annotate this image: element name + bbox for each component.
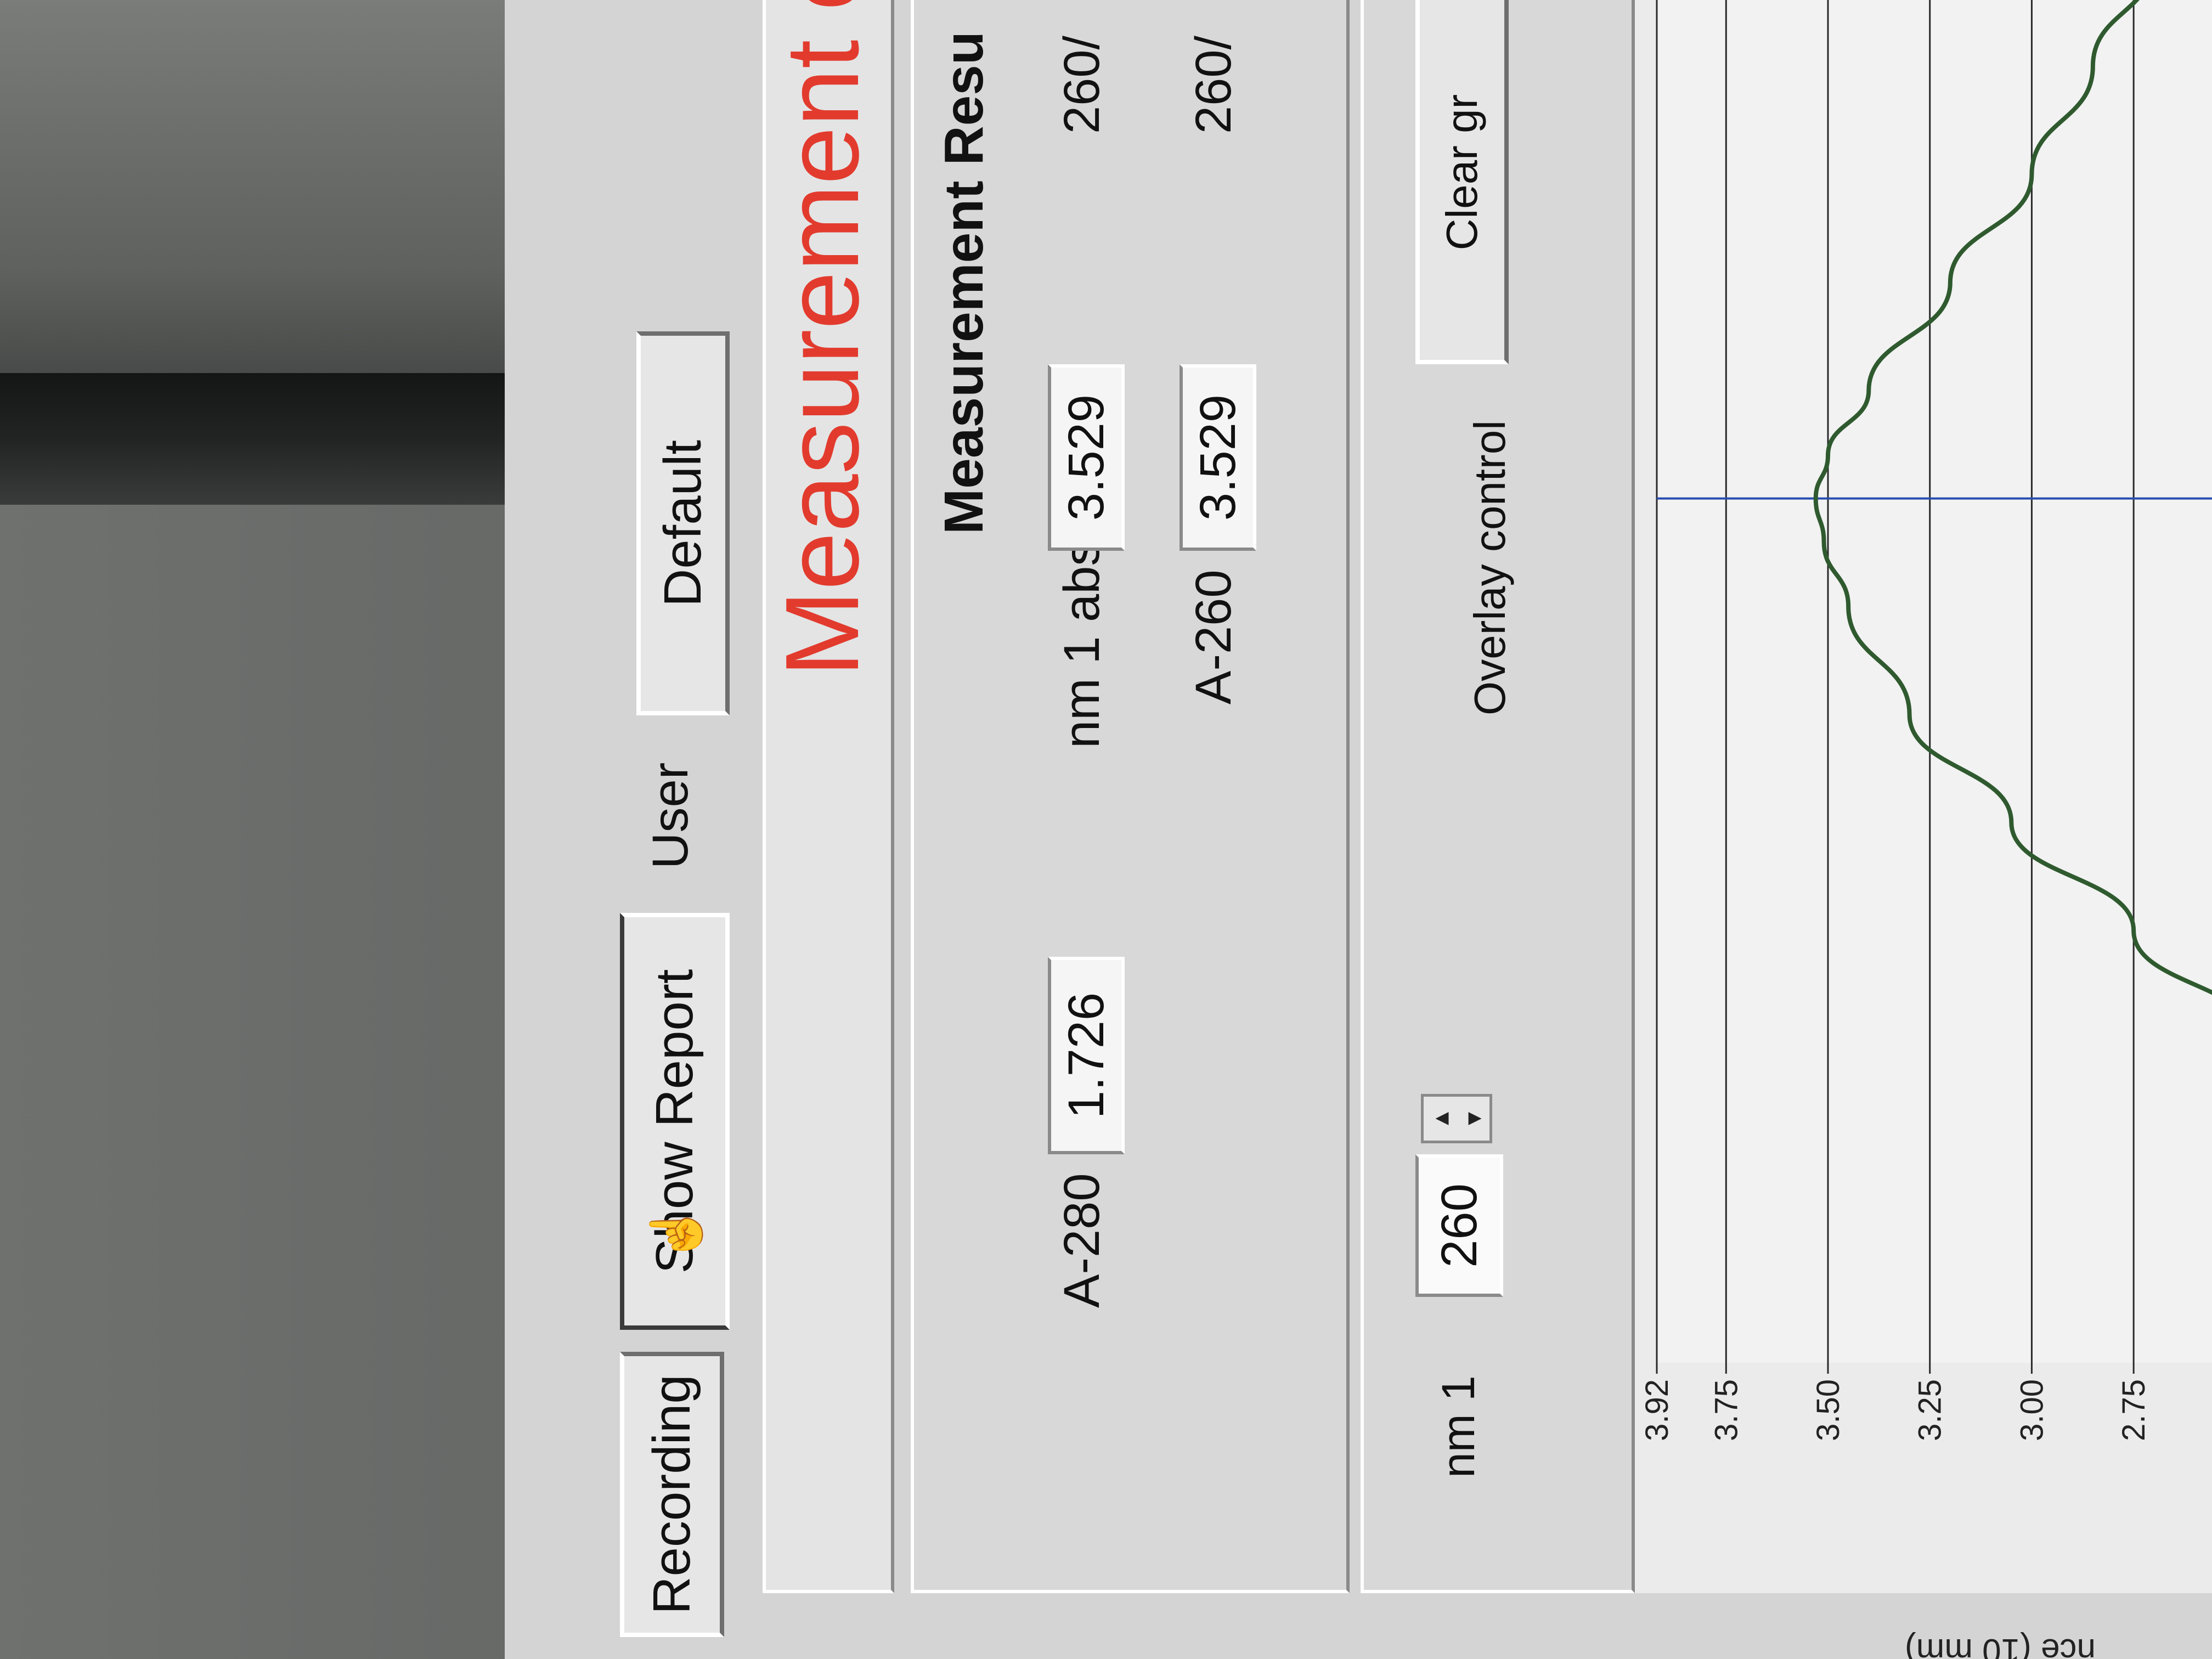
y-tick-label: 3.50: [1810, 1379, 1846, 1441]
measurement-status-title: Measurement con: [764, 0, 881, 677]
show-report-button[interactable]: Show Report: [620, 913, 730, 1330]
user-label: User: [642, 762, 698, 869]
y-axis-label: nce (10 mm): [1905, 1632, 2096, 1659]
ratio-260-230-label: 260/: [1186, 35, 1242, 134]
chevron-down-icon[interactable]: ▾: [1457, 1097, 1489, 1141]
ratio-260-280-label: 260/: [1054, 35, 1110, 134]
clear-graph-label: Clear gr: [1437, 94, 1486, 251]
results-title: Measurement Resu: [933, 31, 995, 534]
nm1-label: nm 1: [1432, 1375, 1484, 1478]
default-button[interactable]: Default: [636, 331, 730, 715]
clear-graph-button[interactable]: Clear gr: [1415, 0, 1509, 364]
nm1-input[interactable]: 260: [1415, 1154, 1503, 1297]
nm1-abs-label: nm 1 abs.: [1054, 527, 1110, 748]
a280-label: A-280: [1054, 1173, 1110, 1308]
y-tick-label: 2.75: [2116, 1379, 2152, 1441]
chart-svg: 3.92 3.75 3.50 3.25 3.00 2.75: [1639, 0, 2212, 1441]
app-window: Recording Show Report User Default Measu…: [505, 0, 2212, 1659]
plot-background: [1657, 0, 2212, 1363]
overlay-control-label: Overlay control: [1465, 420, 1514, 715]
nm1-spinner[interactable]: ▴ ▾: [1421, 1094, 1492, 1143]
y-tick-label: 3.92: [1639, 1379, 1675, 1441]
recording-label: Recording: [642, 1374, 701, 1615]
chevron-up-icon[interactable]: ▴: [1424, 1097, 1457, 1141]
absorbance-chart: 3.92 3.75 3.50 3.25 3.00 2.75: [1635, 0, 2212, 1593]
y-tick-label: 3.00: [2014, 1379, 2050, 1441]
y-tick-label: 3.75: [1708, 1379, 1744, 1441]
pointer-cursor-icon: ☝: [649, 1202, 704, 1264]
a280-value-field: 1.726: [1048, 957, 1125, 1154]
nm1-abs-value-field: 3.529: [1048, 364, 1125, 551]
a260-value-field: 3.529: [1180, 364, 1256, 551]
a260-label: A-260: [1186, 569, 1242, 705]
y-tick-label: 3.25: [1912, 1379, 1948, 1441]
recording-button[interactable]: Recording: [620, 1352, 724, 1637]
default-label: Default: [653, 439, 712, 607]
screen: Recording Show Report User Default Measu…: [505, 0, 2212, 1659]
